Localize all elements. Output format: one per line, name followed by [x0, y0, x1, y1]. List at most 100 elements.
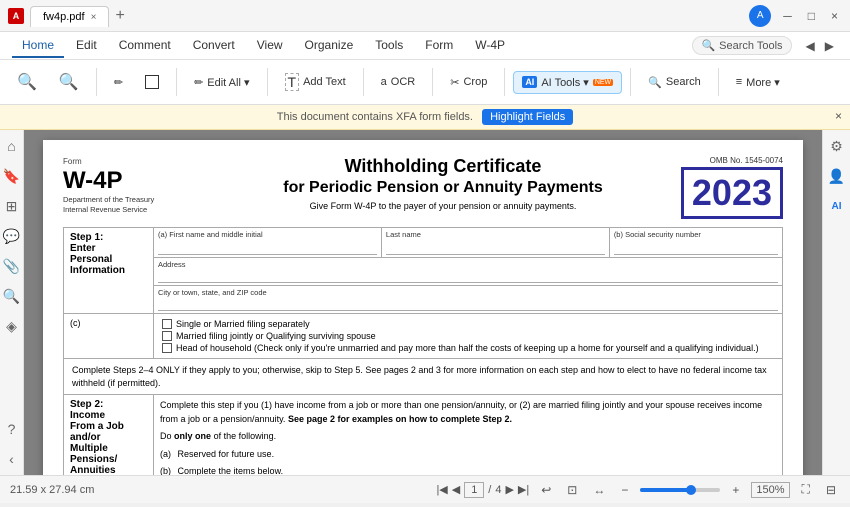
ai-tools-label: AI Tools ▾	[541, 76, 589, 89]
address-cell: Address	[154, 258, 782, 285]
fit-width-button[interactable]: ↔	[589, 481, 609, 499]
step2-line3: From a Job	[70, 421, 147, 432]
tab-form[interactable]: Form	[415, 34, 463, 58]
add-text-icon: T	[285, 73, 300, 91]
search-tool-label: Search	[666, 76, 701, 88]
status-bar: 21.59 x 27.94 cm |◀ ◀ 1 / 4 ▶ ▶| ↩ ⊡ ↔ −…	[0, 475, 850, 503]
split-view-button[interactable]: ⊟	[822, 481, 840, 499]
tab-edit[interactable]: Edit	[66, 34, 107, 58]
page-next-icon[interactable]: ▶	[505, 483, 513, 496]
right-panel-icon-ai[interactable]: AI	[827, 196, 847, 216]
left-sidebar: ⌂ 🔖 ⊞ 💬 📎 🔍 ◈ ? ‹	[0, 130, 24, 475]
edit-all-button[interactable]: ✏ Edit All ▾	[185, 71, 258, 94]
sidebar-icon-search[interactable]: 🔍	[2, 286, 22, 306]
search-tool-icon: 🔍	[648, 76, 662, 89]
window-minimize-button[interactable]: ─	[779, 7, 796, 25]
more-button[interactable]: ≡ More ▾	[727, 71, 789, 94]
fit-page-button[interactable]: ⊡	[563, 481, 581, 499]
page-first-icon[interactable]: |◀	[436, 483, 447, 496]
search-tools-box[interactable]: 🔍 Search Tools	[692, 36, 791, 55]
window-close-button[interactable]: ×	[827, 7, 842, 25]
dept-line2: Internal Revenue Service	[63, 205, 223, 215]
right-panel-icon-user[interactable]: 👤	[827, 166, 847, 186]
ssn-input[interactable]	[614, 241, 778, 255]
notification-close-button[interactable]: ×	[835, 109, 842, 123]
zoom-slider-thumb[interactable]	[686, 485, 696, 495]
sidebar-icon-layers[interactable]: ◈	[2, 316, 22, 336]
sidebar-icon-bookmark[interactable]: 🔖	[2, 166, 22, 186]
navigation-back-button[interactable]: ◀	[802, 37, 819, 55]
first-name-input[interactable]	[158, 241, 377, 255]
page-dimensions: 21.59 x 27.94 cm	[10, 484, 428, 496]
page-last-icon[interactable]: ▶|	[518, 483, 529, 496]
sidebar-icon-nav-left[interactable]: ‹	[2, 449, 22, 469]
search-icon: 🔍	[701, 39, 715, 52]
right-panel-icon-settings[interactable]: ⚙	[827, 136, 847, 156]
zoom-level[interactable]: 150%	[751, 482, 789, 498]
edit-all-icon: ✏	[194, 76, 203, 89]
main-area: ⌂ 🔖 ⊞ 💬 📎 🔍 ◈ ? ‹ Form W-4P Department o…	[0, 130, 850, 475]
step1-address-row: Address	[154, 258, 782, 286]
tab-view[interactable]: View	[247, 34, 293, 58]
filing-option-single: Single or Married filing separately	[162, 318, 774, 330]
sidebar-icon-help[interactable]: ?	[2, 419, 22, 439]
zoom-out-status-button[interactable]: −	[617, 481, 632, 499]
city-label: City or town, state, and ZIP code	[158, 288, 778, 297]
page-navigation: |◀ ◀ 1 / 4 ▶ ▶|	[436, 482, 529, 498]
title-bar: A fw4p.pdf × + A ─ □ ×	[0, 0, 850, 32]
more-icon: ≡	[736, 76, 742, 88]
page-prev-icon[interactable]: ◀	[452, 483, 460, 496]
ai-tools-button[interactable]: AI AI Tools ▾ NEW	[513, 71, 622, 94]
step2-para1: Complete this step if you (1) have incom…	[160, 399, 776, 426]
highlight-fields-button[interactable]: Highlight Fields	[482, 109, 573, 125]
checkbox-married-jointly[interactable]	[162, 331, 172, 341]
step1-city-row: City or town, state, and ZIP code	[154, 286, 782, 313]
tab-home[interactable]: Home	[12, 34, 64, 58]
checkbox-single[interactable]	[162, 319, 172, 329]
page-total: 4	[495, 484, 501, 496]
navigation-forward-button[interactable]: ▶	[821, 37, 838, 55]
tab-close-button[interactable]: ×	[91, 12, 97, 23]
tab-tools[interactable]: Tools	[365, 34, 413, 58]
tab-bar: fw4p.pdf × +	[30, 5, 129, 26]
checkbox-head[interactable]	[162, 343, 172, 353]
tab-organize[interactable]: Organize	[295, 34, 364, 58]
sidebar-icon-pages[interactable]: ⊞	[2, 196, 22, 216]
address-input[interactable]	[158, 269, 778, 283]
ocr-button[interactable]: a OCR	[372, 71, 425, 93]
zoom-slider[interactable]	[640, 488, 720, 492]
last-name-input[interactable]	[386, 241, 605, 255]
zoom-in-status-button[interactable]: +	[728, 481, 743, 499]
page-current[interactable]: 1	[464, 482, 484, 498]
window-maximize-button[interactable]: □	[804, 7, 819, 25]
city-input[interactable]	[158, 297, 778, 311]
form-left-header: Form W-4P Department of the Treasury Int…	[63, 156, 223, 219]
tab-protect[interactable]: W-4P	[465, 34, 515, 58]
crop-button[interactable]: ✂ Crop	[441, 71, 496, 94]
notification-text: This document contains XFA form fields.	[277, 111, 473, 123]
add-text-button[interactable]: T Add Text	[276, 68, 355, 96]
tab-convert[interactable]: Convert	[183, 34, 245, 58]
sidebar-icon-home[interactable]: ⌂	[2, 136, 22, 156]
notification-bar: This document contains XFA form fields. …	[0, 105, 850, 130]
search-button[interactable]: 🔍 Search	[639, 71, 710, 94]
form-right-header: OMB No. 1545-0074 2023	[663, 156, 783, 219]
step2-a-label: (a)	[160, 449, 171, 459]
new-tab-button[interactable]: +	[111, 7, 128, 25]
rotate-page-button[interactable]: ↩	[537, 481, 555, 499]
filing-option-head: Head of household (Check only if you're …	[162, 342, 774, 354]
step1-name-row: (a) First name and middle initial Last n…	[154, 228, 782, 258]
ssn-cell: (b) Social security number	[610, 228, 782, 257]
document-tab[interactable]: fw4p.pdf ×	[30, 6, 109, 27]
sidebar-icon-comment[interactable]: 💬	[2, 226, 22, 246]
zoom-out-button[interactable]: 🔍	[8, 67, 46, 97]
ribbon-tabs: Home Edit Comment Convert View Organize …	[0, 32, 850, 60]
complete-steps-bar: Complete Steps 2–4 ONLY if they apply to…	[63, 359, 783, 395]
fullscreen-button[interactable]: ⛶	[798, 480, 814, 499]
zoom-in-button[interactable]: 🔍	[50, 67, 88, 97]
highlight-tool-button[interactable]: ✏	[105, 71, 132, 94]
zoom-in-icon: 🔍	[59, 72, 79, 92]
sidebar-icon-attachment[interactable]: 📎	[2, 256, 22, 276]
marquee-tool-button[interactable]	[136, 70, 168, 94]
tab-comment[interactable]: Comment	[109, 34, 181, 58]
